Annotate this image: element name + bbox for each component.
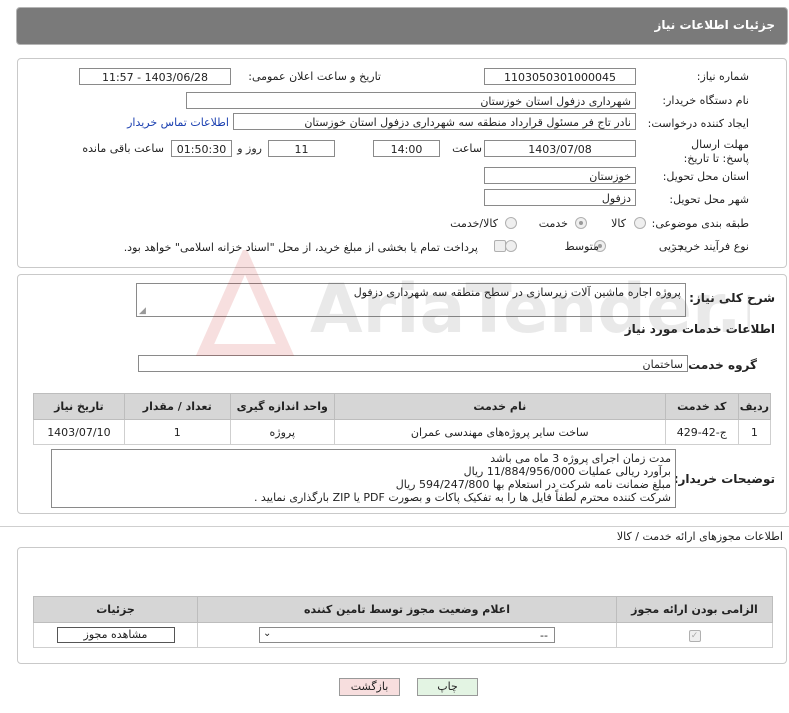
col-service-code: کد خدمت: [664, 393, 739, 420]
table-row: ✓ -- ⌄ مشاهده مجوز: [33, 622, 773, 648]
announce-field: 1403/06/28 - 11:57: [79, 68, 231, 85]
category-option-both-radio[interactable]: [505, 217, 517, 229]
cell-need-date: 1403/07/10: [33, 419, 125, 445]
process-option-medium-radio[interactable]: [505, 240, 517, 252]
cell-permit-details: مشاهده مجوز: [33, 622, 198, 648]
days-field: 11: [268, 140, 335, 157]
cell-service-code: ج-42-429: [664, 419, 739, 445]
province-field: خوزستان: [484, 167, 636, 184]
category-option-goods-label: کالا: [611, 217, 626, 230]
deadline-label: مهلت ارسال پاسخ: تا تاریخ:: [683, 138, 749, 165]
cell-row-number: 1: [737, 419, 772, 445]
creator-label: ایجاد کننده درخواست:: [647, 117, 749, 130]
city-field: دزفول: [484, 189, 636, 206]
deadline-time-label: ساعت: [452, 142, 482, 155]
buyer-note-line: مبلغ ضمانت نامه شرکت در استعلام بها 594/…: [395, 478, 671, 491]
need-info-panel: [17, 58, 787, 268]
process-option-minor-label: جزیی: [658, 240, 684, 253]
print-button[interactable]: چاپ: [417, 678, 478, 696]
category-label: طبقه بندی موضوعی:: [651, 217, 749, 230]
service-group-label: گروه خدمت:: [683, 358, 757, 372]
cell-quantity: 1: [123, 419, 231, 445]
summary-text: پروژه اجاره ماشین آلات زیرسازی در سطح من…: [353, 286, 681, 299]
need-number-field: 1103050301000045: [484, 68, 636, 85]
permits-table-header: الزامی بودن ارائه مجوز اعلام وضعیت مجوز …: [33, 596, 773, 623]
category-option-service-radio[interactable]: [575, 217, 587, 229]
permits-section-title: اطلاعات مجوزهای ارائه خدمت / کالا: [616, 530, 783, 543]
category-option-goods-radio[interactable]: [634, 217, 646, 229]
category-option-both-label: کالا/خدمت: [450, 217, 498, 230]
category-option-service-label: خدمت: [538, 217, 568, 230]
services-table: ردیف کد خدمت نام خدمت واحد اندازه گیری ت…: [33, 393, 772, 445]
city-label: شهر محل تحویل:: [669, 193, 749, 206]
permit-status-select[interactable]: -- ⌄: [259, 627, 555, 643]
permit-status-value: --: [540, 629, 548, 642]
remaining-time-field: 01:50:30: [171, 140, 232, 157]
col-service-name: نام خدمت: [333, 393, 666, 420]
deadline-date-field: 1403/07/08: [484, 140, 636, 157]
contact-buyer-link[interactable]: اطلاعات تماس خریدار: [127, 116, 229, 129]
chevron-down-icon: ⌄: [263, 628, 272, 639]
col-permit-details: جزئیات: [33, 596, 198, 623]
treasury-checkbox[interactable]: [494, 240, 506, 252]
buyer-org-field: شهرداری دزفول استان خوزستان: [186, 92, 636, 109]
col-row-number: ردیف: [737, 393, 772, 420]
need-number-label: شماره نیاز:: [696, 70, 749, 83]
announce-label: تاریخ و ساعت اعلان عمومی:: [248, 70, 381, 83]
buyer-notes-label: توضیحات خریدار:: [673, 472, 775, 486]
cell-unit: پروژه: [229, 419, 335, 445]
remaining-label: ساعت باقی مانده: [82, 142, 164, 155]
col-permit-status: اعلام وضعیت مجوز توسط تامین کننده: [197, 596, 617, 623]
col-permit-required: الزامی بودن ارائه مجوز: [616, 596, 773, 623]
summary-textarea[interactable]: پروژه اجاره ماشین آلات زیرسازی در سطح من…: [136, 283, 686, 317]
resize-grip-icon: ◢: [139, 306, 146, 316]
process-option-medium-label: متوسط: [564, 240, 599, 253]
province-label: استان محل تحویل:: [662, 170, 749, 183]
cell-service-name: ساخت سایر پروژه‌های مهندسی عمران: [333, 419, 666, 445]
buyer-notes-textarea[interactable]: مدت زمان اجرای پروژه 3 ماه می باشد برآور…: [51, 449, 676, 508]
deadline-time-field: 14:00: [373, 140, 440, 157]
payment-note: پرداخت تمام یا بخشی از مبلغ خرید، از محل…: [123, 241, 478, 254]
page-title: جزئیات اطلاعات نیاز: [654, 18, 775, 32]
permits-table: الزامی بودن ارائه مجوز اعلام وضعیت مجوز …: [33, 596, 773, 648]
col-need-date: تاریخ نیاز: [33, 393, 125, 420]
table-row: 1 ج-42-429 ساخت سایر پروژه‌های مهندسی عم…: [33, 419, 772, 445]
cell-permit-required: ✓: [616, 622, 773, 648]
service-group-field: ساختمان: [138, 355, 688, 372]
summary-label: شرح کلی نیاز:: [689, 291, 775, 305]
page-title-bar: جزئیات اطلاعات نیاز: [16, 7, 788, 45]
days-label: روز و: [237, 142, 262, 155]
col-unit: واحد اندازه گیری: [229, 393, 335, 420]
buyer-note-line: برآورد ریالی عملیات 11/884/956/000 ریال: [463, 465, 671, 478]
creator-field: نادر تاج فر مسئول قرارداد منطقه سه شهردا…: [233, 113, 636, 130]
services-table-header: ردیف کد خدمت نام خدمت واحد اندازه گیری ت…: [33, 393, 772, 420]
buyer-note-line: مدت زمان اجرای پروژه 3 ماه می باشد: [490, 452, 671, 465]
buyer-org-label: نام دستگاه خریدار:: [662, 94, 749, 107]
services-section-title: اطلاعات خدمات مورد نیاز: [624, 322, 775, 336]
buyer-note-line: شرکت کننده محترم لطفاً فایل ها را به تفک…: [253, 491, 671, 504]
cell-permit-status: -- ⌄: [197, 622, 617, 648]
permit-required-checkbox: ✓: [688, 629, 701, 642]
col-quantity: تعداد / مقدار: [123, 393, 231, 420]
view-permit-button[interactable]: مشاهده مجوز: [56, 627, 175, 643]
permits-divider: [0, 526, 789, 527]
back-button[interactable]: بازگشت: [339, 678, 400, 696]
